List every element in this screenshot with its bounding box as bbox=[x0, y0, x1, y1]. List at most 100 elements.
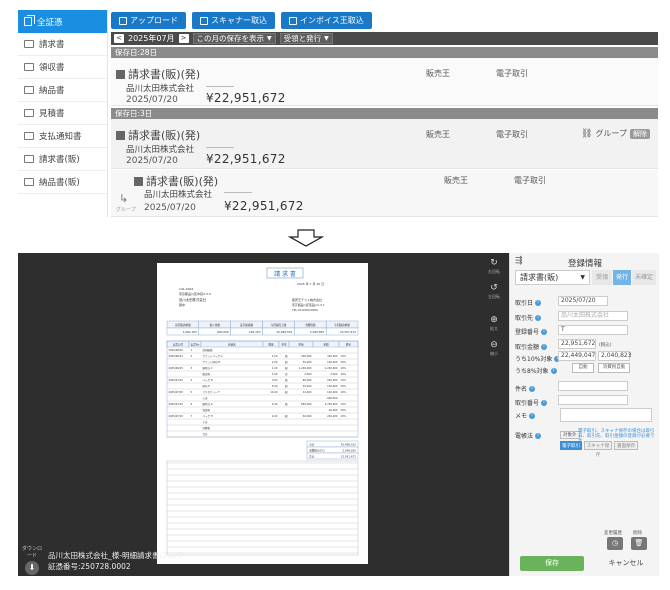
prev-month-button[interactable]: < bbox=[114, 34, 124, 43]
download-button[interactable]: ダウンロード ⬇ bbox=[20, 545, 44, 575]
rotate-right-button[interactable]: ↻ 右回転 bbox=[484, 258, 504, 280]
sidebar-item-estimate[interactable]: 見積書 bbox=[18, 102, 107, 125]
company-underline bbox=[206, 147, 234, 148]
info-icon: i bbox=[529, 412, 536, 419]
sidebar-item-sales-invoice[interactable]: 請求書(販) bbox=[18, 148, 107, 171]
detail-cell: 式 bbox=[285, 372, 288, 376]
detail-cell: 2025/07/01 bbox=[169, 378, 184, 382]
amount-input[interactable]: 22,951,672 bbox=[558, 339, 596, 349]
detail-cell: 2025/07/10 bbox=[169, 402, 184, 406]
category-dropdown[interactable]: 受領と発行 ▼ bbox=[279, 33, 333, 44]
rotate-left-button[interactable]: ↺ 左回転 bbox=[484, 283, 504, 305]
summary-value: 182,163 bbox=[249, 330, 261, 334]
issuer-tel: TEL:03-0000-0000 bbox=[291, 308, 318, 312]
folder-icon bbox=[24, 63, 34, 71]
memo-textarea[interactable] bbox=[560, 408, 652, 422]
date-input[interactable]: 2025/07/20 bbox=[558, 296, 608, 306]
detail-cell: 3.00 bbox=[272, 378, 278, 382]
scanner-save-button[interactable]: スキャナ保存 bbox=[584, 441, 612, 458]
electronic-trade-button[interactable]: 電子取引 bbox=[560, 441, 582, 450]
source-app: 販売王 bbox=[426, 130, 450, 139]
partner-input[interactable]: 品川太田株式会社 bbox=[558, 311, 628, 321]
sidebar-item-sales-delivery[interactable]: 納品書(販) bbox=[18, 171, 107, 194]
documents-icon bbox=[24, 15, 35, 26]
sidebar-item-label: 納品書 bbox=[39, 86, 65, 96]
zoom-in-button[interactable]: ⊕ 拡大 bbox=[484, 315, 504, 337]
doc-type-select[interactable]: 請求書(販) ▼ bbox=[515, 270, 590, 285]
detail-cell: 150,000 bbox=[327, 384, 338, 388]
detail-cell: 80,000 bbox=[303, 378, 312, 382]
detail-cell: 10% bbox=[341, 354, 347, 358]
auto-tax-button[interactable]: 消費税自動 bbox=[598, 363, 630, 373]
tax10-tax-input[interactable]: 2,040,823 bbox=[598, 351, 632, 361]
detail-cell: 2.00 bbox=[272, 402, 278, 406]
segment-received[interactable]: 受領 bbox=[592, 270, 612, 285]
rotate-right-label: 右回転 bbox=[488, 269, 500, 274]
detail-cell: 100,000 bbox=[327, 360, 338, 364]
table-row[interactable]: 請求書(販)(発) 品川太田株式会社 2025/07/20 ¥22,951,67… bbox=[111, 58, 658, 106]
sidebar-item-payment-notice[interactable]: 支払通知書 bbox=[18, 125, 107, 148]
segment-issued[interactable]: 発行 bbox=[613, 270, 631, 285]
doc-type-icon bbox=[134, 176, 143, 186]
info-icon: i bbox=[535, 299, 542, 306]
app-root: 全証憑 請求書 領収書 納品書 見積書 支払通知書 請求書(販) 納品書(販) … bbox=[0, 0, 670, 590]
detail-cell: 2025/06/21 bbox=[169, 354, 184, 358]
next-month-button[interactable]: > bbox=[178, 34, 189, 43]
sidebar-item-invoice[interactable]: 請求書 bbox=[18, 33, 107, 56]
detail-header: 伝票No bbox=[191, 342, 200, 346]
detail-cell: 240,000 bbox=[327, 378, 338, 382]
zoom-out-label: 縮小 bbox=[490, 351, 498, 356]
doc-type-icon bbox=[116, 130, 125, 140]
auto-button[interactable]: 自動 bbox=[572, 363, 594, 373]
upload-button[interactable]: アップロード bbox=[111, 12, 186, 29]
field-label-text: うち8%対象 bbox=[515, 368, 549, 375]
invoice-king-import-button[interactable]: インボイス王取込 bbox=[281, 12, 372, 29]
ungroup-button[interactable]: 解除 bbox=[629, 128, 650, 139]
scanner-import-button[interactable]: スキャナー取込 bbox=[192, 12, 275, 29]
cancel-button[interactable]: キャンセル bbox=[602, 556, 650, 571]
view-filter-dropdown[interactable]: この月の保存を表示 ▼ bbox=[192, 33, 276, 44]
subject-input[interactable] bbox=[558, 381, 628, 391]
field-label-text: 件名 bbox=[515, 386, 528, 393]
company-name: 品川太田株式会社 bbox=[126, 84, 195, 94]
transaction-number-input[interactable] bbox=[558, 395, 628, 405]
detail-header: 伝票日付 bbox=[173, 342, 184, 346]
doc-type-value: 請求書(販) bbox=[520, 273, 559, 282]
detail-cell: 1,200,000 bbox=[299, 366, 312, 370]
month-bar: < 2025年07月 > この月の保存を表示 ▼ 受領と発行 ▼ bbox=[111, 32, 658, 45]
sidebar-item-delivery[interactable]: 納品書 bbox=[18, 79, 107, 102]
total-value: 20,488,552 bbox=[341, 442, 357, 446]
detail-cell: 10% bbox=[341, 414, 347, 418]
paper-save-button[interactable]: 書面保存 bbox=[614, 441, 638, 450]
detail-cell: 10% bbox=[341, 408, 347, 412]
field-label-memo: メモ i bbox=[515, 411, 536, 420]
group-control: ⛓ グループ 解除 bbox=[581, 128, 650, 139]
customer-name: 品川太田株式会社 bbox=[179, 297, 207, 302]
delete-button[interactable]: 🗑 bbox=[631, 537, 647, 550]
total-value: 22,951,672 bbox=[341, 454, 357, 458]
sidebar-item-all[interactable]: 全証憑 bbox=[18, 10, 107, 33]
field-label-text: メモ bbox=[515, 413, 528, 420]
company-name: 品川太田株式会社 bbox=[126, 145, 195, 155]
table-row[interactable]: ↳ グループ 請求書(販)(発) 品川太田株式会社 2025/07/20 ¥22… bbox=[111, 170, 658, 217]
save-button[interactable]: 保存 bbox=[520, 556, 584, 571]
tax-included-note: (税込) bbox=[599, 343, 612, 348]
invoice-heading: 請 求 書 bbox=[274, 270, 296, 278]
segment-undecided[interactable]: 未確定 bbox=[632, 270, 656, 285]
panel-title: 登録情報 bbox=[567, 259, 602, 269]
view-filter-value: この月の保存を表示 bbox=[196, 34, 265, 43]
doc-title: 請求書(販)(発) bbox=[116, 66, 200, 82]
invoice-king-import-label: インボイス王取込 bbox=[300, 16, 364, 25]
detail-cell: 1.00 bbox=[272, 366, 278, 370]
sidebar-item-receipt[interactable]: 領収書 bbox=[18, 56, 107, 79]
table-row[interactable]: 請求書(販)(発) 品川太田株式会社 2025/07/20 ¥22,951,67… bbox=[111, 119, 658, 169]
history-button[interactable]: ◷ bbox=[607, 537, 623, 550]
doc-title: 請求書(販)(発) bbox=[116, 127, 200, 143]
detail-cell: 配送料 bbox=[203, 372, 211, 376]
detail-cell: 2025/07/15 bbox=[169, 414, 184, 418]
issuer-address: 東京都品川区東品川2-3-1 bbox=[292, 303, 325, 307]
tax10-base-input[interactable]: 22,449,047 bbox=[558, 351, 596, 361]
doc-date: 2025/07/20 bbox=[144, 203, 196, 213]
registration-number-input[interactable]: T bbox=[558, 325, 628, 335]
zoom-out-button[interactable]: ⊖ 縮小 bbox=[484, 340, 504, 362]
